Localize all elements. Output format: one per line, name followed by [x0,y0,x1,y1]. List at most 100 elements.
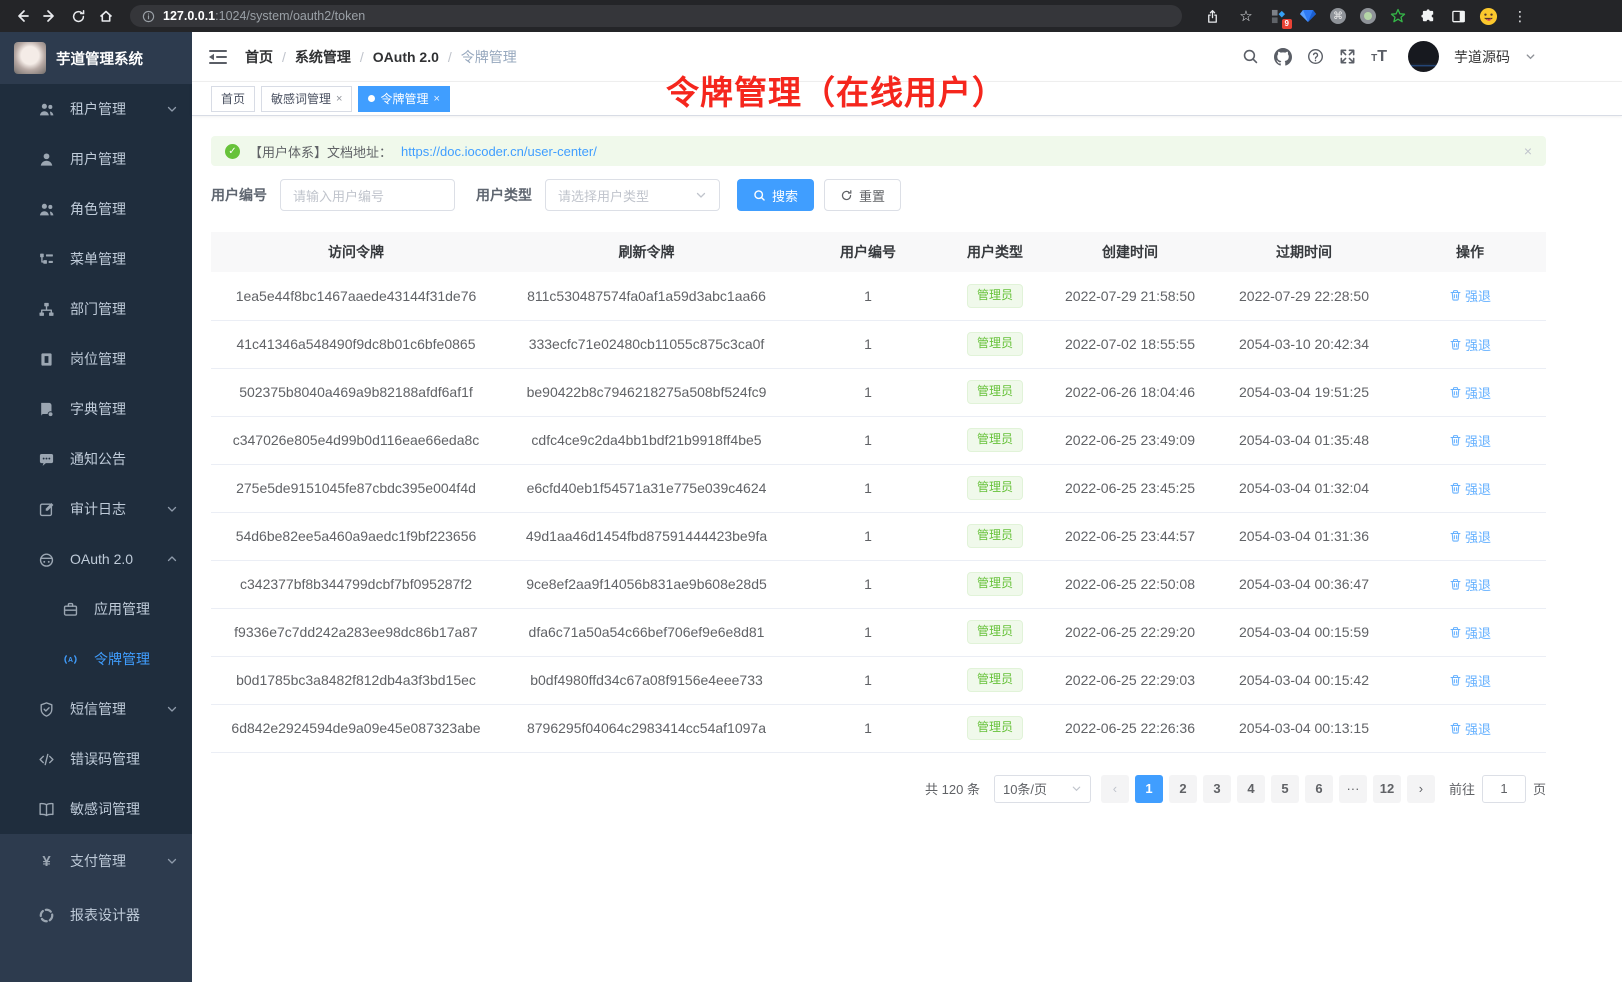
gem-extension-icon[interactable] [1298,6,1318,26]
sidebar-item-notice[interactable]: 通知公告 [0,434,192,484]
reset-button[interactable]: 重置 [824,179,901,211]
chevron-down-icon [1071,783,1082,794]
tab-sensitive-words[interactable]: 敏感词管理× [261,86,352,112]
force-logout-button[interactable]: 强退 [1449,479,1491,498]
access-token-cell: 6d842e2924594de9a09e45e087323abe [211,704,501,752]
page-size-select[interactable]: 10条/页 [994,775,1091,803]
force-logout-button[interactable]: 强退 [1449,623,1491,642]
tab-home[interactable]: 首页 [211,86,255,112]
user-id-cell: 1 [792,704,944,752]
user-type-cell: 管理员 [944,704,1046,752]
tab-token-manage[interactable]: 令牌管理× [358,86,449,112]
user-id-cell: 1 [792,512,944,560]
force-logout-button[interactable]: 强退 [1449,335,1491,354]
address-bar[interactable]: 127.0.0.1:1024/system/oauth2/token [130,5,1182,27]
user-id-cell: 1 [792,272,944,320]
more-pages-button[interactable]: ··· [1339,775,1367,803]
prev-page-button[interactable]: ‹ [1101,775,1129,803]
user-id-cell: 1 [792,608,944,656]
user-icon [38,151,55,168]
sidebar-item-pay[interactable]: ¥支付管理 [0,834,192,888]
breadcrumb-oauth[interactable]: OAuth 2.0 [373,49,439,65]
search-button[interactable]: 搜索 [737,179,814,211]
star-extension-icon[interactable] [1388,6,1408,26]
force-logout-button[interactable]: 强退 [1449,286,1491,305]
github-icon[interactable] [1274,48,1292,66]
sidebar-item-token[interactable]: A令牌管理 [0,634,192,684]
site-info-icon[interactable] [142,10,155,23]
breadcrumb-system[interactable]: 系统管理 [295,47,351,67]
sidebar-item-oauth[interactable]: OAuth 2.0 [0,534,192,584]
alert-close-icon[interactable]: × [1524,143,1532,159]
browser-home-icon[interactable] [94,4,118,28]
sms-icon [38,701,55,718]
created-time-cell: 2022-07-29 21:58:50 [1046,272,1214,320]
close-icon[interactable]: × [336,93,342,105]
close-icon[interactable]: × [433,93,439,105]
user-id-input[interactable]: 请输入用户编号 [280,179,455,211]
access-token-cell: 54d6be82ee5a460a9aedc1f9bf223656 [211,512,501,560]
page-button-12[interactable]: 12 [1373,775,1401,803]
page-button-6[interactable]: 6 [1305,775,1333,803]
chevron-down-icon[interactable] [1525,51,1536,62]
force-logout-button[interactable]: 强退 [1449,431,1491,450]
page-button-4[interactable]: 4 [1237,775,1265,803]
page-button-5[interactable]: 5 [1271,775,1299,803]
page-button-3[interactable]: 3 [1203,775,1231,803]
sidebar-item-tenant[interactable]: 租户管理 [0,84,192,134]
notice-icon [38,451,55,468]
force-logout-button[interactable]: 强退 [1449,575,1491,594]
sidebar-item-sms[interactable]: 短信管理 [0,684,192,734]
sidebar-item-report[interactable]: 报表设计器 [0,888,192,942]
sidebar-item-role[interactable]: 角色管理 [0,184,192,234]
help-icon[interactable] [1307,48,1324,65]
dot-extension-icon[interactable] [1358,6,1378,26]
refresh-token-cell: 811c530487574fa0af1a59d3abc1aa66 [501,272,792,320]
browser-reload-icon[interactable] [66,4,90,28]
user-id-cell: 1 [792,368,944,416]
browser-forward-icon[interactable] [38,4,62,28]
user-name[interactable]: 芋道源码 [1454,47,1510,67]
sidebar-item-label: 租户管理 [70,99,126,119]
bookmark-star-icon[interactable]: ☆ [1234,4,1258,28]
sidebar-item-label: 用户管理 [70,149,126,169]
sidepanel-icon[interactable] [1448,6,1468,26]
puzzle-extension-icon[interactable] [1418,6,1438,26]
expire-time-cell: 2054-03-04 00:15:42 [1214,656,1394,704]
next-page-button[interactable]: › [1407,775,1435,803]
sidebar-item-post[interactable]: 岗位管理 [0,334,192,384]
page-button-1[interactable]: 1 [1135,775,1163,803]
page-button-2[interactable]: 2 [1169,775,1197,803]
user-avatar[interactable] [1408,41,1439,72]
sidebar-item-errcode[interactable]: 错误码管理 [0,734,192,784]
sidebar-logo-row[interactable]: 芋道管理系统 [0,32,192,84]
force-logout-button[interactable]: 强退 [1449,671,1491,690]
sidebar-item-dict[interactable]: 字典管理 [0,384,192,434]
active-dot [368,95,375,102]
sidebar-item-dept[interactable]: 部门管理 [0,284,192,334]
doc-link[interactable]: https://doc.iocoder.cn/user-center/ [401,144,597,159]
sidebar-item-user[interactable]: 用户管理 [0,134,192,184]
sidebar-item-app[interactable]: 应用管理 [0,584,192,634]
fullscreen-icon[interactable] [1339,48,1356,65]
profile-emoji-icon[interactable] [1478,6,1498,26]
force-logout-button[interactable]: 强退 [1449,383,1491,402]
sidebar-item-label: 菜单管理 [70,249,126,269]
sidebar-item-audit[interactable]: 审计日志 [0,484,192,534]
header-search-icon[interactable] [1242,48,1259,65]
force-logout-button[interactable]: 强退 [1449,527,1491,546]
sidebar-item-menu-tree[interactable]: 菜单管理 [0,234,192,284]
pay-icon: ¥ [38,853,55,870]
user-type-select[interactable]: 请选择用户类型 [545,179,720,211]
extension-grid-icon[interactable]: 9 [1268,6,1288,26]
browser-menu-icon[interactable]: ⋮ [1508,4,1532,28]
breadcrumb-home[interactable]: 首页 [245,47,273,67]
browser-back-icon[interactable] [10,4,34,28]
font-size-icon[interactable]: TT [1371,48,1387,66]
force-logout-button[interactable]: 强退 [1449,719,1491,738]
sidebar-item-sensitive[interactable]: 敏感词管理 [0,784,192,834]
goto-page-input[interactable] [1482,775,1526,803]
share-icon[interactable] [1200,4,1224,28]
sidebar-toggle-icon[interactable] [209,49,227,65]
command-extension-icon[interactable]: ⌘ [1328,6,1348,26]
